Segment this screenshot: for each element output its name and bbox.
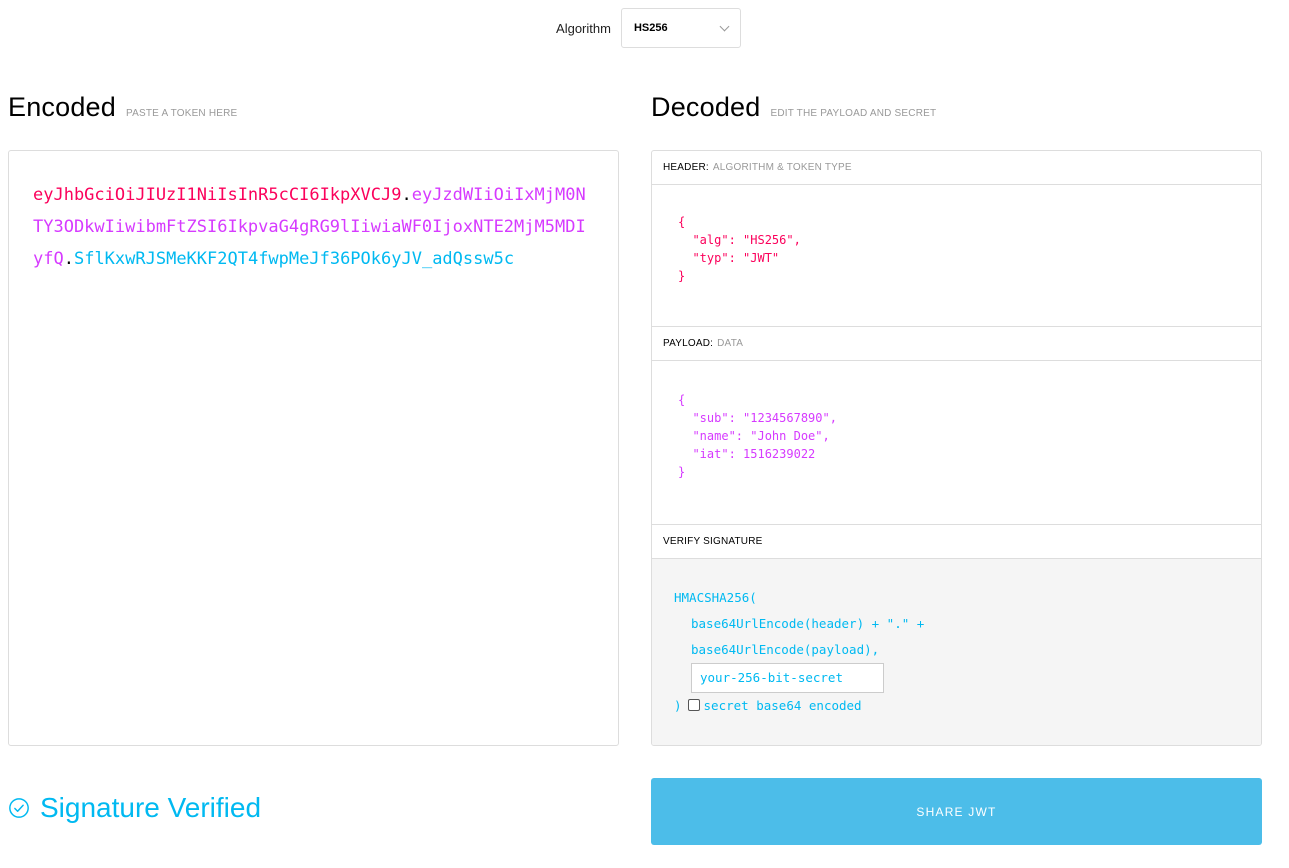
decoded-panel: HEADER: ALGORITHM & TOKEN TYPE { "alg": … bbox=[651, 150, 1262, 746]
base64-checkbox[interactable] bbox=[687, 699, 700, 711]
algorithm-row: Algorithm HS256 bbox=[0, 8, 1289, 48]
signature-status: Signature Verified bbox=[8, 792, 261, 824]
algorithm-select[interactable]: HS256 bbox=[620, 8, 741, 48]
chevron-down-icon bbox=[719, 21, 730, 32]
algorithm-selected-value: HS256 bbox=[633, 22, 668, 34]
payload-section-title: PAYLOAD: DATA bbox=[652, 327, 1261, 361]
signature-section-label: VERIFY SIGNATURE bbox=[663, 536, 763, 547]
encoded-token-editor[interactable]: eyJhbGciOiJIUzI1NiIsInR5cCI6IkpXVCJ9.eyJ… bbox=[8, 150, 619, 746]
encoded-subtitle: PASTE A TOKEN HERE bbox=[126, 108, 238, 119]
share-jwt-button[interactable]: SHARE JWT bbox=[651, 778, 1262, 845]
payload-section-label: PAYLOAD: bbox=[663, 338, 714, 349]
token-separator: . bbox=[401, 185, 412, 205]
json-line: "name": "John Doe", bbox=[678, 429, 830, 443]
signature-status-text: Signature Verified bbox=[40, 792, 262, 823]
json-line: "sub": "1234567890", bbox=[678, 411, 837, 425]
signature-section-title: VERIFY SIGNATURE bbox=[652, 525, 1261, 559]
json-line: "alg": "HS256", bbox=[678, 233, 801, 247]
header-section-sub: ALGORITHM & TOKEN TYPE bbox=[712, 162, 852, 173]
token-header-part: eyJhbGciOiJIUzI1NiIsInR5cCI6IkpXVCJ9 bbox=[33, 185, 402, 205]
token-signature-part: SflKxwRJSMeKKF2QT4fwpMeJf36POk6yJV_adQss… bbox=[73, 249, 515, 269]
json-line: } bbox=[678, 465, 686, 479]
base64-checkbox-label[interactable]: secret base64 encoded bbox=[704, 698, 862, 713]
json-line: } bbox=[678, 269, 686, 283]
signature-body: HMACSHA256( base64UrlEncode(header) + ".… bbox=[652, 559, 1261, 745]
encoded-heading: Encoded PASTE A TOKEN HERE bbox=[8, 92, 237, 123]
signature-close: ) bbox=[674, 698, 682, 713]
signature-line-payload: base64UrlEncode(payload), bbox=[691, 642, 880, 657]
share-jwt-label: SHARE JWT bbox=[916, 804, 997, 819]
algorithm-label: Algorithm bbox=[556, 20, 611, 36]
json-line: { bbox=[678, 215, 686, 229]
header-section-title: HEADER: ALGORITHM & TOKEN TYPE bbox=[652, 151, 1261, 185]
decoded-heading: Decoded EDIT THE PAYLOAD AND SECRET bbox=[651, 92, 936, 123]
signature-fn-open: HMACSHA256( bbox=[674, 590, 757, 605]
json-line: "typ": "JWT" bbox=[678, 251, 780, 265]
signature-line-header: base64UrlEncode(header) + "." + bbox=[691, 616, 925, 631]
secret-input[interactable]: your-256-bit-secret bbox=[691, 663, 884, 693]
payload-json-editor[interactable]: { "sub": "1234567890", "name": "John Doe… bbox=[652, 361, 1261, 525]
token-separator: . bbox=[63, 249, 74, 269]
header-json-editor[interactable]: { "alg": "HS256", "typ": "JWT" } bbox=[652, 185, 1261, 327]
encoded-title: Encoded bbox=[8, 92, 116, 122]
decoded-title: Decoded bbox=[651, 92, 761, 122]
check-circle-icon bbox=[9, 798, 29, 818]
json-line: { bbox=[678, 393, 686, 407]
payload-section-sub: DATA bbox=[717, 338, 744, 349]
header-section-label: HEADER: bbox=[663, 162, 709, 173]
json-line: "iat": 1516239022 bbox=[678, 447, 816, 461]
decoded-subtitle: EDIT THE PAYLOAD AND SECRET bbox=[770, 108, 937, 119]
